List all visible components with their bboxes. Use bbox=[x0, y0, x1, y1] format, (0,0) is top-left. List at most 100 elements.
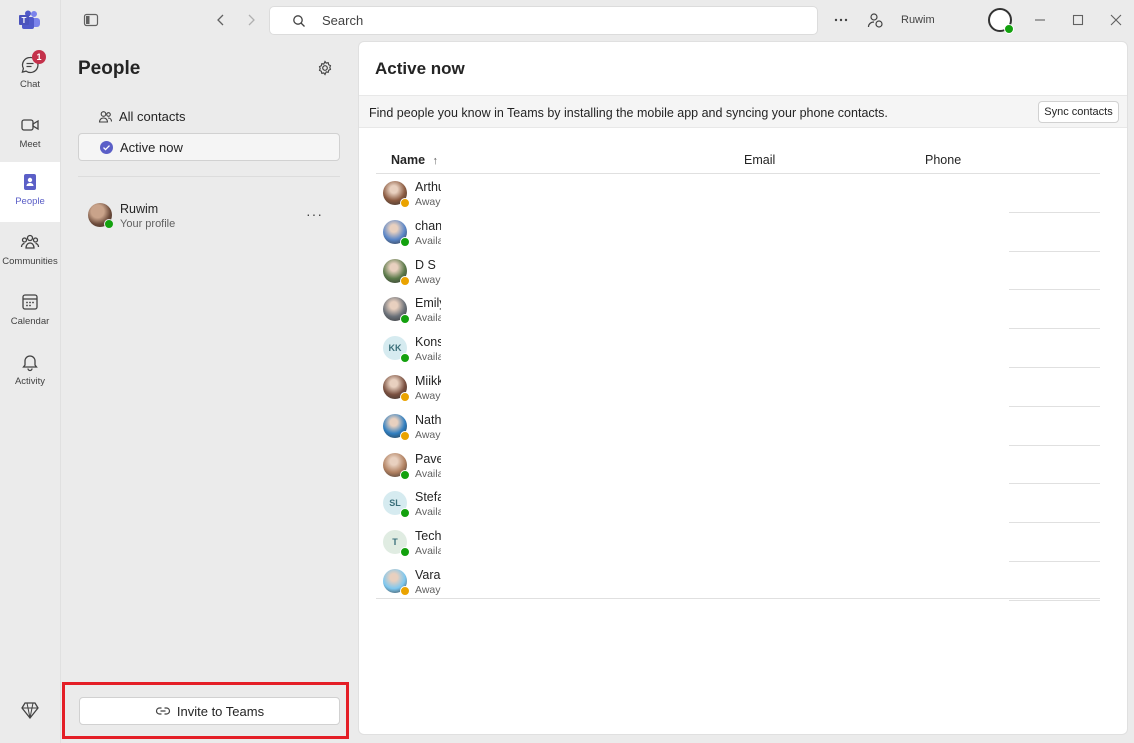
people-panel-title: People bbox=[78, 58, 141, 79]
search-placeholder: Search bbox=[322, 13, 364, 28]
close-icon[interactable] bbox=[1107, 11, 1125, 29]
away-status-icon bbox=[400, 391, 410, 402]
profile-avatar bbox=[88, 203, 114, 229]
contact-avatar bbox=[383, 568, 410, 596]
title-bar: Search Ruwim bbox=[61, 0, 1134, 42]
people-contact-icon bbox=[24, 174, 36, 190]
user-avatar[interactable] bbox=[988, 8, 1014, 34]
profile-more-icon[interactable]: ··· bbox=[306, 206, 323, 222]
table-row[interactable]: Nath Away bbox=[376, 407, 1100, 446]
rail-chat-label: Chat bbox=[19, 79, 41, 90]
sort-ascending-icon: ↑ bbox=[432, 155, 439, 167]
rail-people[interactable]: People bbox=[0, 162, 60, 222]
sync-contacts-button[interactable]: Sync contacts bbox=[1038, 101, 1119, 123]
toggle-sidebar-icon[interactable] bbox=[82, 11, 100, 29]
away-status-icon bbox=[400, 585, 410, 596]
contact-status: Availa bbox=[415, 351, 441, 364]
table-row[interactable]: chan Availa bbox=[376, 213, 1100, 252]
contact-name: Stefa bbox=[415, 490, 441, 505]
invite-to-teams-button[interactable]: Invite to Teams bbox=[79, 697, 340, 725]
rail-calendar-label: Calendar bbox=[10, 316, 50, 327]
contact-name: chan bbox=[415, 218, 441, 233]
account-switch-icon[interactable] bbox=[866, 11, 884, 29]
contact-name: Pavel bbox=[415, 451, 441, 466]
back-arrow-icon[interactable] bbox=[212, 11, 230, 29]
banner-text: Find people you know in Teams by install… bbox=[369, 106, 888, 120]
sync-banner: Find people you know in Teams by install… bbox=[359, 95, 1127, 128]
video-camera-icon bbox=[21, 119, 39, 131]
avatar-initials: SL bbox=[389, 498, 401, 509]
my-profile-item[interactable]: Ruwim Your profile ··· bbox=[88, 200, 338, 234]
column-header-email[interactable]: Email bbox=[744, 153, 775, 167]
contact-avatar: SL bbox=[383, 491, 410, 519]
contact-status: Availa bbox=[415, 467, 441, 480]
teams-logo-icon[interactable]: T bbox=[19, 10, 41, 30]
available-status-icon bbox=[400, 508, 410, 519]
table-row[interactable]: D S Away bbox=[376, 252, 1100, 291]
column-header-name[interactable]: Name ↑ bbox=[391, 153, 438, 167]
contact-avatar bbox=[383, 297, 410, 325]
column-header-phone[interactable]: Phone bbox=[925, 153, 961, 167]
contact-name: Varar bbox=[415, 567, 441, 582]
contact-status: Away bbox=[415, 273, 441, 286]
chat-badge: 1 bbox=[32, 50, 46, 64]
panel-divider bbox=[78, 176, 340, 177]
rail-activity[interactable]: Activity bbox=[0, 342, 60, 402]
minimize-icon[interactable] bbox=[1031, 11, 1049, 29]
contact-avatar: T bbox=[383, 530, 410, 558]
rail-people-label: People bbox=[15, 196, 45, 207]
maximize-icon[interactable] bbox=[1069, 11, 1087, 29]
available-status-icon bbox=[400, 547, 410, 558]
nav-all-contacts[interactable]: All contacts bbox=[78, 102, 340, 130]
contact-name: Arthu bbox=[415, 180, 441, 194]
row-divider bbox=[1009, 599, 1100, 601]
forward-arrow-icon[interactable] bbox=[242, 11, 260, 29]
table-row[interactable]: KK Kons Availa bbox=[376, 329, 1100, 368]
avatar-initials: T bbox=[392, 537, 398, 548]
link-icon bbox=[155, 707, 170, 715]
contact-avatar bbox=[383, 219, 410, 247]
contact-avatar bbox=[383, 374, 410, 402]
rail-communities[interactable]: Communities bbox=[0, 222, 60, 282]
table-row[interactable]: VararAway bbox=[376, 562, 1100, 601]
table-row[interactable]: PavelAvaila bbox=[376, 446, 1100, 485]
contacts-icon bbox=[98, 110, 113, 123]
titlebar-user-name: Ruwim bbox=[901, 14, 935, 26]
available-status-icon bbox=[104, 219, 114, 229]
premium-diamond-icon[interactable] bbox=[20, 700, 40, 720]
search-box[interactable]: Search bbox=[269, 6, 818, 35]
table-row[interactable]: SL StefaAvaila bbox=[376, 484, 1100, 524]
contact-name: D S bbox=[415, 257, 436, 272]
more-options-icon[interactable] bbox=[832, 11, 850, 29]
rail-meet-label: Meet bbox=[19, 139, 41, 150]
contact-status: Away bbox=[415, 583, 441, 596]
app-rail: T Chat 1 Meet People Communities Calenda… bbox=[0, 0, 61, 743]
contact-name: Nath bbox=[415, 412, 441, 427]
search-icon bbox=[293, 14, 305, 27]
rail-chat[interactable]: Chat 1 bbox=[0, 45, 60, 105]
contact-avatar bbox=[383, 413, 410, 441]
nav-active-now[interactable]: Active now bbox=[78, 133, 340, 161]
contact-avatar bbox=[383, 181, 410, 208]
away-status-icon bbox=[400, 430, 410, 441]
svg-text:T: T bbox=[22, 16, 27, 25]
contact-name: Kons bbox=[415, 335, 441, 350]
available-status-icon bbox=[400, 469, 410, 480]
rail-meet[interactable]: Meet bbox=[0, 105, 60, 165]
available-status-icon bbox=[400, 314, 410, 325]
calendar-icon bbox=[22, 294, 38, 310]
gear-icon[interactable] bbox=[317, 60, 333, 76]
active-check-icon bbox=[100, 140, 113, 154]
contact-status: Away bbox=[415, 428, 441, 441]
table-row[interactable]: Miikk Away bbox=[376, 368, 1100, 407]
contact-status: Away bbox=[415, 389, 441, 402]
contact-status: Availa bbox=[415, 312, 441, 325]
rail-calendar[interactable]: Calendar bbox=[0, 282, 60, 342]
table-row[interactable]: T TechtAvaila bbox=[376, 523, 1100, 562]
contact-avatar: KK bbox=[383, 336, 410, 364]
table-row[interactable]: EmilyAvaila bbox=[376, 290, 1100, 330]
available-status-icon bbox=[400, 353, 410, 364]
contact-status: Away bbox=[415, 196, 441, 208]
table-row[interactable]: Arthu Away bbox=[376, 174, 1100, 213]
contact-status: Availa bbox=[415, 545, 441, 558]
